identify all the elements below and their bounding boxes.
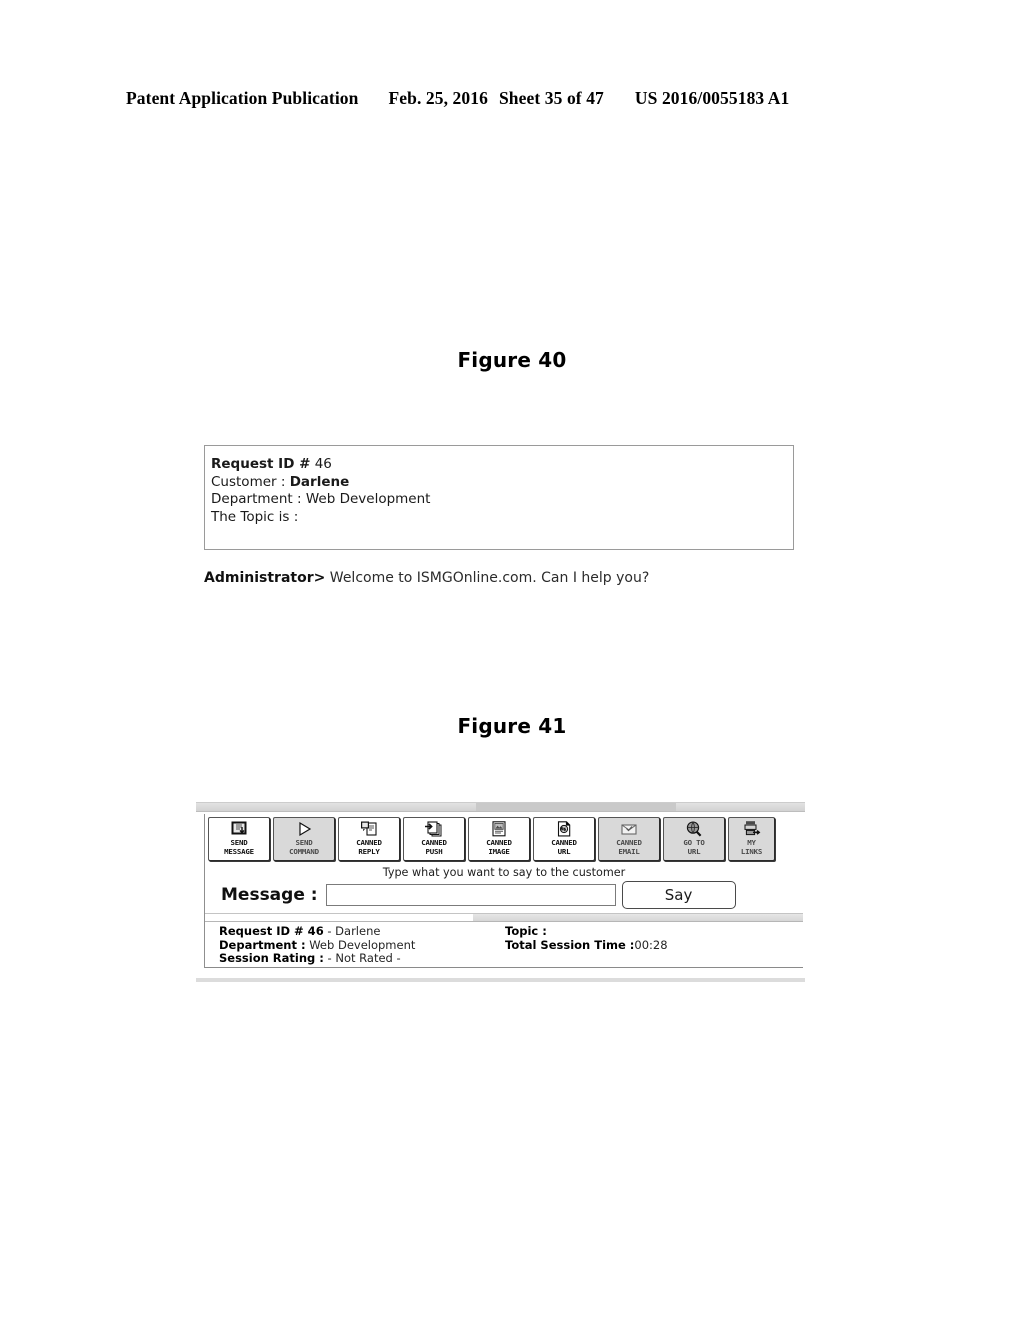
toolbar-button-canned-url[interactable]: CANNED URL: [533, 817, 595, 861]
status-label: Request ID # 46: [219, 924, 324, 938]
status-label: Session Rating :: [219, 951, 324, 966]
toolbar-button-label: GO TO URL: [683, 838, 705, 856]
toolbar-button-canned-email[interactable]: CANNED EMAIL: [598, 817, 660, 861]
transcript-speaker: Administrator>: [204, 570, 326, 586]
scrollbar-thumb[interactable]: [476, 803, 676, 811]
status-label: Total Session Time :: [505, 937, 635, 952]
send-message-icon: [229, 820, 249, 838]
status-value: 00:28: [634, 937, 668, 952]
sheet-number: Sheet 35 of 47: [498, 88, 604, 108]
message-row: Message : Say: [205, 881, 803, 913]
console-body: SEND MESSAGE SEND COMMAND CANNED REPLY C…: [204, 814, 803, 968]
canned-reply-icon: [359, 820, 379, 838]
status-label: Department :: [219, 937, 306, 952]
status-line: Request ID # 46 - Darlene: [219, 924, 415, 939]
transcript-line: Administrator> Welcome to ISMGOnline.com…: [204, 570, 649, 586]
customer-label: Customer :: [211, 473, 286, 490]
canned-url-icon: [554, 820, 574, 838]
message-hint: Type what you want to say to the custome…: [382, 866, 626, 879]
status-left-column: Request ID # 46 - Darlene Department : We…: [219, 924, 416, 966]
request-id-value: 46: [314, 456, 332, 472]
topic-label: The Topic is :: [211, 508, 299, 525]
status-value: - Darlene: [323, 924, 381, 938]
transcript-message: Welcome to ISMGOnline.com. Can I help yo…: [325, 570, 650, 586]
department-value: Web Development: [305, 491, 431, 507]
status-right-column: Topic : Total Session Time :00:28: [505, 924, 668, 953]
message-label: Message :: [221, 885, 318, 905]
status-label: Topic :: [505, 924, 547, 938]
globe-search-icon: [684, 820, 704, 838]
toolbar-button-label: SEND MESSAGE: [224, 838, 254, 856]
request-id-line: Request ID # 46: [211, 456, 793, 474]
topic-line: The Topic is :: [211, 509, 793, 527]
canned-push-icon: [424, 820, 444, 838]
play-triangle-icon: [294, 820, 314, 838]
message-input[interactable]: [325, 884, 616, 906]
toolbar-button-label: CANNED PUSH: [421, 838, 447, 856]
page-header: Patent Application Publication Feb. 25, …: [126, 88, 886, 114]
toolbar-button-canned-push[interactable]: CANNED PUSH: [403, 817, 465, 861]
status-line: Total Session Time :00:28: [505, 937, 668, 953]
status-line: Topic :: [505, 924, 668, 939]
horizontal-scrollbar-top[interactable]: [196, 802, 805, 812]
toolbar-button-label: CANNED URL: [551, 838, 577, 856]
toolbar-button-my-links[interactable]: MY LINKS: [728, 817, 775, 861]
canned-email-icon: [619, 820, 639, 838]
toolbar-button-label: CANNED IMAGE: [486, 838, 512, 856]
toolbar-button-label: SEND COMMAND: [289, 838, 319, 856]
my-links-icon: [742, 820, 762, 838]
request-id-label: Request ID #: [211, 456, 311, 472]
toolbar-button-label: CANNED EMAIL: [616, 838, 642, 856]
toolbar-button-send-message[interactable]: SEND MESSAGE: [208, 817, 270, 861]
status-value: - Not Rated -: [323, 951, 401, 966]
publication-date: Feb. 25, 2016: [388, 88, 488, 108]
toolbar-button-label: MY LINKS: [740, 838, 763, 856]
customer-line: Customer : Darlene: [211, 474, 793, 492]
figure-40-caption: Figure 40: [457, 348, 567, 372]
say-button[interactable]: Say: [621, 881, 736, 909]
request-info-box: Request ID # 46 Customer : Darlene Depar…: [204, 445, 794, 550]
department-label: Department :: [211, 491, 302, 507]
figure-41-caption: Figure 41: [457, 714, 567, 738]
status-line: Department : Web Development: [219, 937, 416, 953]
toolbar-button-go-to-url[interactable]: GO TO URL: [663, 817, 725, 861]
toolbar-button-canned-reply[interactable]: CANNED REPLY: [338, 817, 400, 861]
toolbar-button-label: CANNED REPLY: [356, 838, 382, 856]
scrollbar-thumb[interactable]: [205, 914, 473, 921]
canned-image-icon: [489, 820, 509, 838]
console-toolbar: SEND MESSAGE SEND COMMAND CANNED REPLY C…: [205, 814, 803, 861]
toolbar-button-canned-image[interactable]: CANNED IMAGE: [468, 817, 530, 861]
horizontal-scrollbar-bottom[interactable]: [196, 978, 805, 982]
publication-label: Patent Application Publication: [126, 88, 359, 108]
status-line: Session Rating : - Not Rated -: [219, 951, 415, 966]
department-line: Department : Web Development: [211, 491, 793, 509]
status-value: Web Development: [305, 937, 416, 952]
customer-value: Darlene: [289, 473, 350, 490]
session-status-bar: Request ID # 46 - Darlene Department : We…: [205, 922, 803, 968]
toolbar-button-send-command[interactable]: SEND COMMAND: [273, 817, 335, 861]
patent-number: US 2016/0055183 A1: [634, 88, 790, 108]
operator-console: SEND MESSAGE SEND COMMAND CANNED REPLY C…: [196, 802, 805, 982]
horizontal-scrollbar-middle[interactable]: [205, 913, 803, 922]
